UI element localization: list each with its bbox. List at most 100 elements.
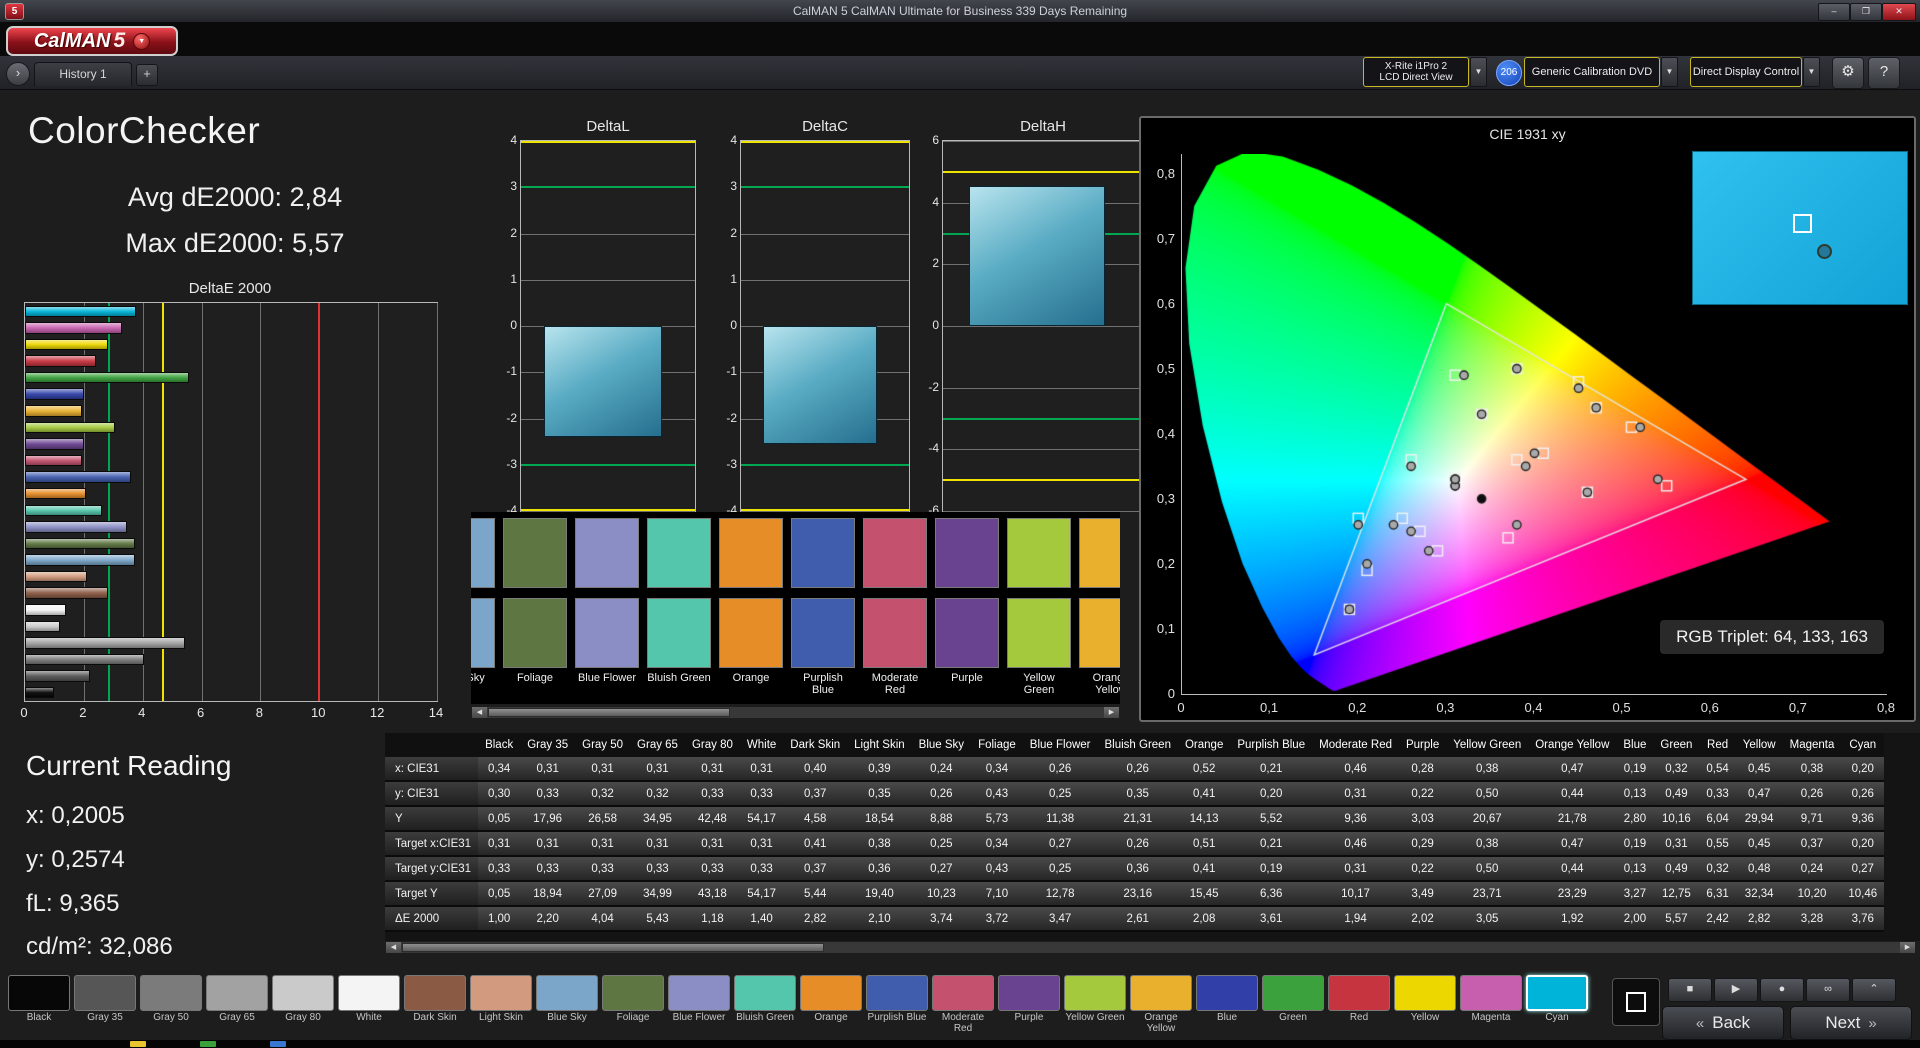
calman-logo[interactable]: CalMAN 5 ▼ xyxy=(6,26,178,56)
pattern-window-button[interactable] xyxy=(1612,978,1660,1026)
patch-button-gray-50[interactable]: Gray 50 xyxy=(140,975,202,1034)
table-cell: 10,17 xyxy=(1312,881,1399,907)
table-cell: 2,82 xyxy=(783,906,848,932)
record-button[interactable]: ● xyxy=(1760,978,1804,1002)
continuous-read-button[interactable]: ∞ xyxy=(1806,978,1850,1002)
meter-select-button[interactable]: X-Rite i1Pro 2 LCD Direct View xyxy=(1363,57,1469,87)
play-button[interactable]: ▶ xyxy=(1714,978,1758,1002)
cie-y-tick: 0,7 xyxy=(1156,230,1175,246)
patch-button-foliage[interactable]: Foliage xyxy=(602,975,664,1034)
table-cell: 0,26 xyxy=(1782,781,1842,807)
patch-button-bluish-green[interactable]: Bluish Green xyxy=(734,975,796,1034)
patch-button-purple[interactable]: Purple xyxy=(998,975,1060,1034)
patch-button-white[interactable]: White xyxy=(338,975,400,1034)
scroll-left-icon[interactable]: ◀ xyxy=(472,707,487,718)
patch-button-moderate-red[interactable]: Moderate Red xyxy=(932,975,994,1034)
strip-scrollbar[interactable]: ◀ ▶ xyxy=(471,706,1120,719)
logo-menu-caret-icon[interactable]: ▼ xyxy=(133,32,151,50)
stop-button[interactable]: ■ xyxy=(1668,978,1712,1002)
taskbar-app-icon[interactable] xyxy=(270,1041,286,1047)
display-dropdown-caret[interactable]: ▼ xyxy=(1803,57,1820,87)
table-scrollbar[interactable]: ◀ ▶ xyxy=(385,941,1916,954)
next-button[interactable]: Next » xyxy=(1790,1006,1912,1040)
patch-button-magenta[interactable]: Magenta xyxy=(1460,975,1522,1034)
column-header: Orange xyxy=(1177,733,1231,757)
axis-tick-label: 2 xyxy=(932,256,939,271)
scroll-right-icon[interactable]: ▶ xyxy=(1900,942,1915,953)
source-dropdown-caret[interactable]: ▼ xyxy=(1661,57,1678,87)
patch-button-gray-65[interactable]: Gray 65 xyxy=(206,975,268,1034)
patch-button-dark-skin[interactable]: Dark Skin xyxy=(404,975,466,1034)
table-cell: 32,34 xyxy=(1735,881,1783,907)
title-bar[interactable]: 5 CalMAN 5 CalMAN Ultimate for Business … xyxy=(0,0,1920,22)
patch-button-black[interactable]: Black xyxy=(8,975,70,1034)
deltae-bar xyxy=(25,454,83,467)
patch-button-blue-sky[interactable]: Blue Sky xyxy=(536,975,598,1034)
patch-button-green[interactable]: Green xyxy=(1262,975,1324,1034)
taskbar-app-icon[interactable] xyxy=(200,1041,216,1047)
strip-scrollbar-thumb[interactable] xyxy=(488,708,730,717)
column-header: Light Skin xyxy=(847,733,912,757)
patch-button-gray-35[interactable]: Gray 35 xyxy=(74,975,136,1034)
scroll-right-icon[interactable]: ▶ xyxy=(1104,707,1119,718)
axis-tick-label: 10 xyxy=(311,705,326,720)
table-cell: 0,19 xyxy=(1616,831,1654,857)
help-icon[interactable]: ? xyxy=(1868,57,1900,89)
patch-label: Cyan xyxy=(1545,1012,1569,1023)
patch-button-yellow-green[interactable]: Yellow Green xyxy=(1064,975,1126,1034)
display-control-button[interactable]: Direct Display Control xyxy=(1690,57,1802,87)
red-line xyxy=(318,303,321,701)
patch-button-blue-flower[interactable]: Blue Flower xyxy=(668,975,730,1034)
patch-button-red[interactable]: Red xyxy=(1328,975,1390,1034)
meter-status-badge[interactable]: 206 xyxy=(1496,60,1522,86)
column-header: Yellow Green xyxy=(1446,733,1529,757)
table-cell: 0,19 xyxy=(1616,757,1654,782)
table-cell: 0,32 xyxy=(630,781,685,807)
patch-button-blue[interactable]: Blue xyxy=(1196,975,1258,1034)
restore-button[interactable]: ❐ xyxy=(1850,3,1882,21)
tab-history-1[interactable]: History 1 xyxy=(34,62,132,86)
table-cell: 0,13 xyxy=(1616,856,1654,882)
strip-swatch-measured xyxy=(719,518,783,588)
patch-button-gray-80[interactable]: Gray 80 xyxy=(272,975,334,1034)
patch-button-yellow[interactable]: Yellow xyxy=(1394,975,1456,1034)
axis-tick-label: 3 xyxy=(730,179,737,194)
table-row: Target x:CIE31 0,31 0,31 0,31 0,31 0,31 0,31 0,… xyxy=(385,831,1885,857)
minimize-button[interactable]: – xyxy=(1818,3,1850,21)
delta-bar xyxy=(543,326,662,437)
add-tab-button[interactable]: + xyxy=(136,64,158,86)
settings-gear-icon[interactable]: ⚙ xyxy=(1832,57,1864,89)
table-cell: 0,25 xyxy=(1022,856,1098,882)
patch-button-orange-yellow[interactable]: Orange Yellow xyxy=(1130,975,1192,1034)
table-cell: 0,39 xyxy=(847,757,912,782)
patch-label: Orange Yellow xyxy=(1144,1012,1178,1034)
source-select-button[interactable]: Generic Calibration DVD xyxy=(1524,57,1660,87)
back-button[interactable]: « Back xyxy=(1662,1006,1784,1040)
patch-button-orange[interactable]: Orange xyxy=(800,975,862,1034)
table-cell: 0,49 xyxy=(1653,856,1700,882)
table-cell: 0,45 xyxy=(1735,757,1783,782)
table-cell: 0,31 xyxy=(739,831,784,857)
taskbar-folder-icon[interactable] xyxy=(130,1041,146,1047)
patch-button-light-skin[interactable]: Light Skin xyxy=(470,975,532,1034)
column-header: Black xyxy=(478,733,521,757)
delta-chart-deltac: DeltaC 4 3 2 1 0 -1 -2 -3 -4 xyxy=(712,118,910,517)
limit-line xyxy=(521,509,695,511)
collapse-arrow-button[interactable]: › xyxy=(6,62,30,86)
table-cell: 0,33 xyxy=(478,856,521,882)
close-button[interactable]: ✕ xyxy=(1882,3,1916,21)
patch-button-purplish-blue[interactable]: Purplish Blue xyxy=(866,975,928,1034)
table-cell: 0,37 xyxy=(783,856,848,882)
measurement-table: Black Gray 35 Gray 50 Gray 65 Gray 80 White Da… xyxy=(385,733,1885,932)
table-head: Black Gray 35 Gray 50 Gray 65 Gray 80 White Da… xyxy=(385,733,1885,757)
table-scrollbar-thumb[interactable] xyxy=(402,943,824,952)
expand-button[interactable]: ⌃ xyxy=(1852,978,1896,1002)
table-cell: 1,18 xyxy=(684,906,740,932)
meter-dropdown-caret[interactable]: ▼ xyxy=(1470,57,1487,87)
patch-button-cyan[interactable]: Cyan xyxy=(1526,975,1588,1034)
table-cell: 0,33 xyxy=(739,856,784,882)
strip-swatch-measured xyxy=(503,518,567,588)
scroll-left-icon[interactable]: ◀ xyxy=(386,942,401,953)
table-cell: 0,33 xyxy=(684,856,740,882)
deltae-bar xyxy=(25,587,108,599)
